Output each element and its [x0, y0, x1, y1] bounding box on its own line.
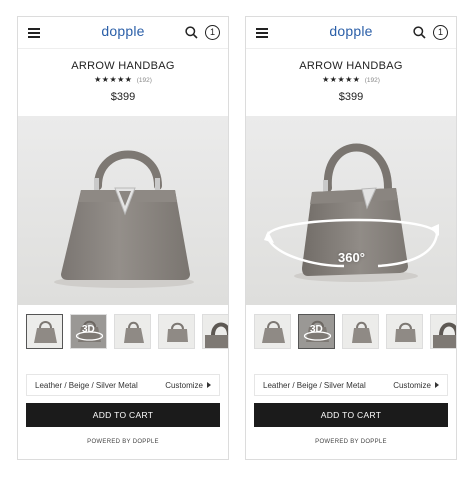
360-badge: 360° [338, 250, 365, 265]
thumbnail-handbag-image [262, 321, 285, 343]
add-to-cart-button[interactable]: ADD TO CART [254, 403, 448, 427]
review-count: (192) [136, 77, 152, 84]
cart-count-badge[interactable]: 1 [433, 25, 448, 40]
thumbnail-angle[interactable] [386, 314, 423, 349]
product-page-front-view: dopple 1 ARROW HANDBAG ★★★★★ (192) $399 [17, 16, 229, 460]
product-page-360-view: dopple 1 ARROW HANDBAG ★★★★★ (192) $399 [245, 16, 457, 460]
thumbnail-3d[interactable]: 3D [70, 314, 107, 349]
search-icon[interactable] [185, 26, 198, 39]
customize-link[interactable]: Customize [165, 381, 211, 390]
add-to-cart-button[interactable]: ADD TO CART [26, 403, 220, 427]
thumbnail-angle[interactable] [158, 314, 195, 349]
product-price: $399 [110, 91, 136, 103]
customize-bar[interactable]: Leather / Beige / Silver Metal Customize [26, 374, 220, 396]
thumbnail-3d[interactable]: 3D [298, 314, 335, 349]
thumbnail-handbag-image [205, 322, 228, 348]
thumbnail-handbag-image [433, 322, 456, 348]
review-count: (192) [364, 77, 380, 84]
product-title: ARROW HANDBAG [71, 60, 175, 72]
thumbnail-side[interactable] [114, 314, 151, 349]
thumbnail-handbag-image [34, 321, 57, 343]
3d-label: 3D [310, 324, 323, 335]
thumbnail-handbag-image [167, 322, 188, 342]
handbag-angled-image [264, 143, 439, 282]
thumbnail-detail[interactable] [430, 314, 456, 349]
customize-bar[interactable]: Leather / Beige / Silver Metal Customize [254, 374, 448, 396]
customize-link[interactable]: Customize [393, 381, 439, 390]
thumbnail-front[interactable] [26, 314, 63, 349]
handbag-front-image [54, 150, 194, 288]
rating[interactable]: ★★★★★ (192) [246, 75, 456, 84]
thumbnail-handbag-image [124, 321, 144, 343]
product-image[interactable] [18, 116, 228, 305]
search-icon[interactable] [413, 26, 426, 39]
product-title: ARROW HANDBAG [299, 60, 403, 72]
selected-options: Leather / Beige / Silver Metal [35, 381, 138, 390]
powered-by: POWERED BY DOPPLE [315, 439, 387, 445]
star-rating: ★★★★★ [94, 75, 133, 84]
thumbnail-strip[interactable]: 3D [254, 314, 456, 350]
thumbnail-handbag-image [352, 321, 372, 343]
thumbnail-side[interactable] [342, 314, 379, 349]
selected-options: Leather / Beige / Silver Metal [263, 381, 366, 390]
top-bar: dopple 1 [246, 17, 456, 49]
product-3d-viewer[interactable]: 360° [246, 116, 456, 305]
thumbnail-detail[interactable] [202, 314, 228, 349]
cart-count-badge[interactable]: 1 [205, 25, 220, 40]
3d-label: 3D [82, 324, 95, 335]
thumbnail-front[interactable] [254, 314, 291, 349]
top-bar: dopple 1 [18, 17, 228, 49]
star-rating: ★★★★★ [322, 75, 361, 84]
thumbnail-strip[interactable]: 3D [26, 314, 228, 350]
rating[interactable]: ★★★★★ (192) [18, 75, 228, 84]
powered-by: POWERED BY DOPPLE [87, 439, 159, 445]
thumbnail-handbag-image [395, 322, 416, 342]
product-price: $399 [338, 91, 364, 103]
